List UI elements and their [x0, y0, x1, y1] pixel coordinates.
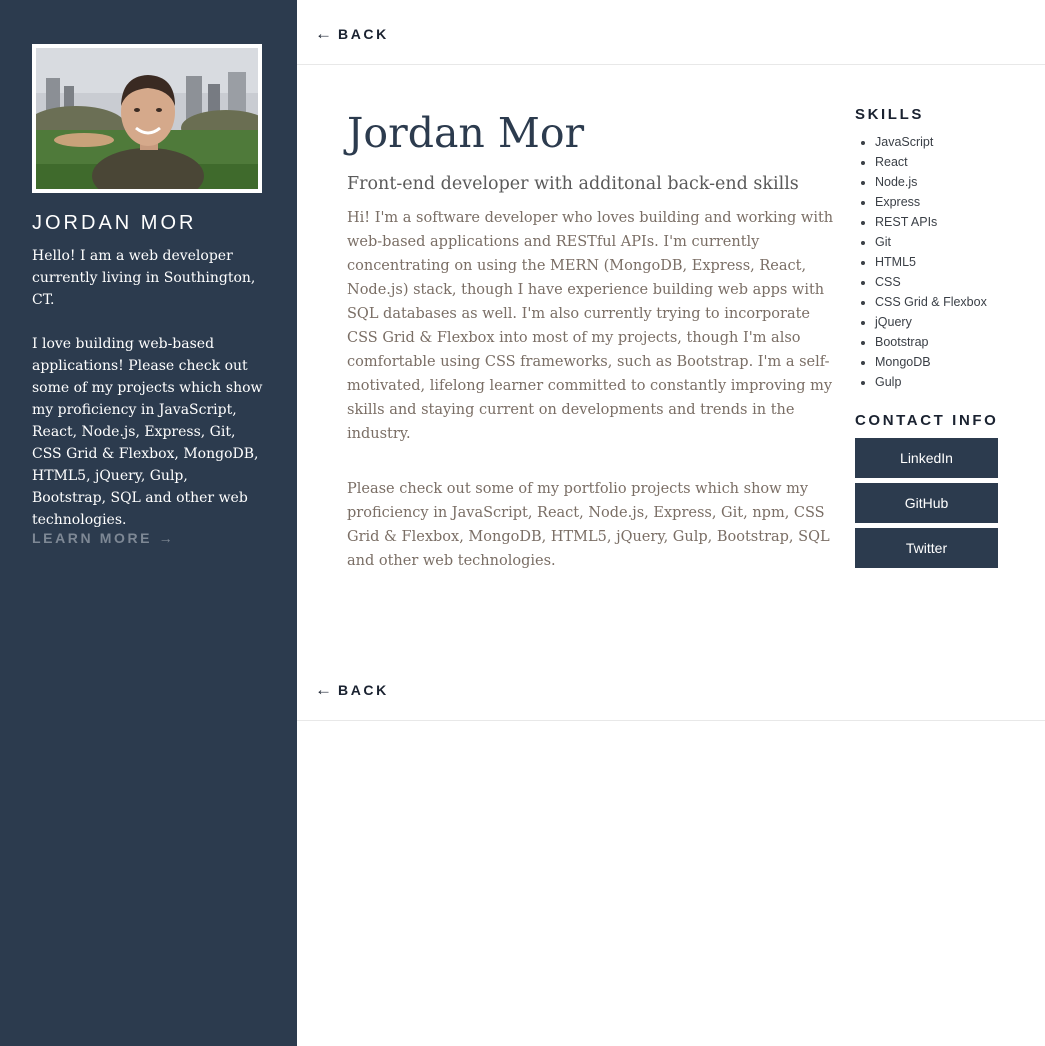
- bottom-nav: ← BACK: [297, 656, 1045, 721]
- skill-item: Git: [875, 232, 1005, 252]
- skill-item: CSS Grid & Flexbox: [875, 292, 1005, 312]
- contact-heading: CONTACT INFO: [855, 412, 999, 429]
- about-paragraph: Please check out some of my portfolio pr…: [347, 481, 830, 569]
- skill-item: Bootstrap: [875, 332, 1005, 352]
- sidebar-name: JORDAN MOR: [32, 212, 197, 234]
- skill-item: HTML5: [875, 252, 1005, 272]
- skill-item: MongoDB: [875, 352, 1005, 372]
- left-arrow-icon: ←: [315, 680, 332, 699]
- skill-item: jQuery: [875, 312, 1005, 332]
- linkedin-button[interactable]: LinkedIn: [855, 438, 998, 478]
- twitter-button[interactable]: Twitter: [855, 528, 998, 568]
- main-content: Jordan Mor Front-end developer with addi…: [347, 104, 837, 604]
- sidebar-bio-paragraph: Hello! I am a web developer currently li…: [32, 248, 256, 308]
- skills-list: JavaScript React Node.js Express REST AP…: [855, 132, 1005, 392]
- skill-item: JavaScript: [875, 132, 1005, 152]
- sidebar-bio: Hello! I am a web developer currently li…: [32, 245, 264, 553]
- about-text: Hi! I'm a software developer who loves b…: [347, 206, 837, 573]
- skill-item: React: [875, 152, 1005, 172]
- page-subtitle: Front-end developer with additonal back-…: [347, 174, 799, 194]
- top-nav: ← BACK: [297, 0, 1045, 65]
- page-title: Jordan Mor: [347, 109, 585, 157]
- skills-heading: SKILLS: [855, 106, 924, 123]
- right-arrow-icon: →: [158, 530, 176, 546]
- back-label: BACK: [338, 26, 389, 42]
- profile-photo: [36, 48, 258, 189]
- avatar: [32, 44, 262, 193]
- github-button[interactable]: GitHub: [855, 483, 998, 523]
- learn-more-link[interactable]: LEARN MORE →: [32, 530, 175, 546]
- skill-item: Express: [875, 192, 1005, 212]
- side-panel: SKILLS JavaScript React Node.js Express …: [855, 106, 1005, 568]
- learn-more-label: LEARN MORE: [32, 530, 153, 546]
- skill-item: REST APIs: [875, 212, 1005, 232]
- back-link-top[interactable]: ← BACK: [315, 24, 389, 44]
- skill-item: Node.js: [875, 172, 1005, 192]
- sidebar-bio-paragraph: I love building web-based applications! …: [32, 336, 263, 528]
- back-label: BACK: [338, 682, 389, 698]
- skill-item: Gulp: [875, 372, 1005, 392]
- back-link-bottom[interactable]: ← BACK: [315, 680, 389, 700]
- skill-item: CSS: [875, 272, 1005, 292]
- about-paragraph: Hi! I'm a software developer who loves b…: [347, 210, 834, 442]
- sidebar: JORDAN MOR Hello! I am a web developer c…: [0, 0, 297, 1046]
- left-arrow-icon: ←: [315, 24, 332, 43]
